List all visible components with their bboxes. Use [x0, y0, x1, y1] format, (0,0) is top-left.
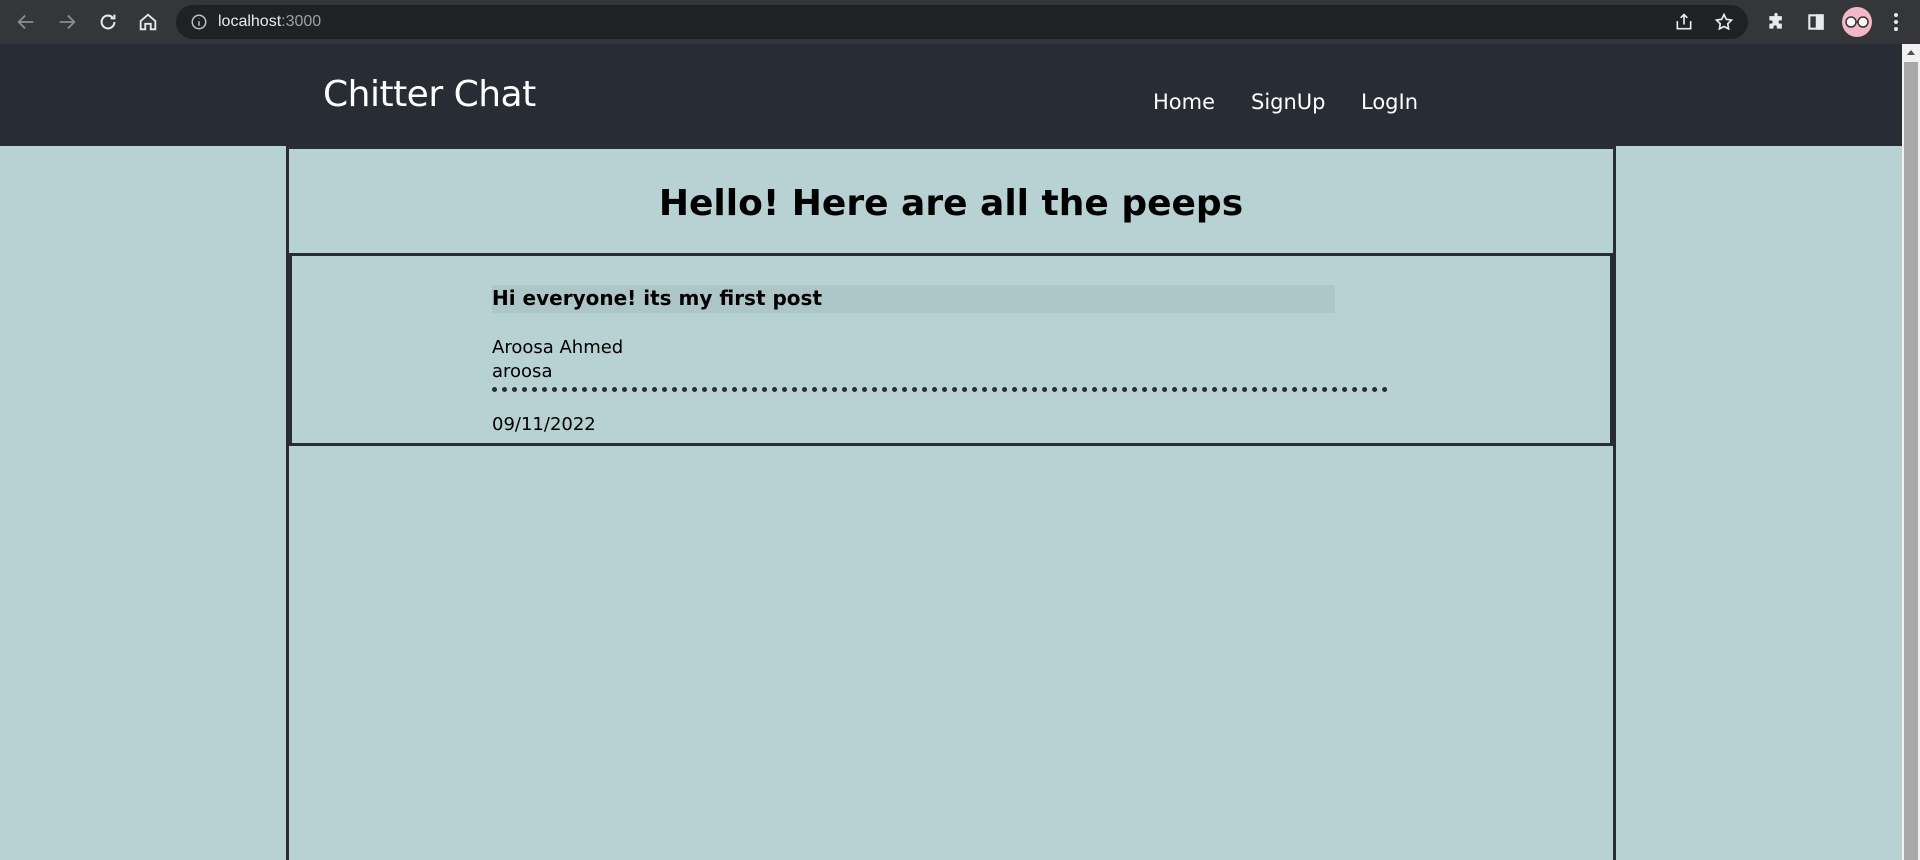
side-panel-icon[interactable]: [1802, 8, 1830, 36]
peeps-container: Hello! Here are all the peeps Hi everyon…: [286, 146, 1616, 860]
peep-username: aroosa: [492, 361, 553, 382]
nav-login[interactable]: LogIn: [1361, 90, 1418, 114]
scroll-up-arrow-icon[interactable]: [1907, 50, 1915, 55]
peep-card: Hi everyone! its my first post Aroosa Ah…: [289, 253, 1613, 446]
peep-author-name: Aroosa Ahmed: [492, 337, 624, 358]
url-port: :3000: [281, 13, 322, 30]
scrollbar-thumb[interactable]: [1904, 62, 1918, 860]
reload-icon[interactable]: [92, 6, 124, 38]
star-icon[interactable]: [1714, 12, 1734, 32]
profile-avatar[interactable]: [1842, 7, 1872, 37]
share-icon[interactable]: [1674, 12, 1694, 32]
address-bar[interactable]: localhost:3000: [176, 5, 1748, 39]
site-header: Chitter Chat Home SignUp LogIn: [0, 44, 1902, 146]
info-icon[interactable]: [190, 13, 208, 31]
forward-icon[interactable]: [51, 6, 83, 38]
brand-title[interactable]: Chitter Chat: [323, 74, 536, 115]
menu-icon[interactable]: [1882, 8, 1910, 36]
peep-divider: [492, 387, 1388, 392]
url-text: localhost:3000: [218, 13, 321, 31]
page-scrollbar[interactable]: [1902, 44, 1920, 860]
peep-date: 09/11/2022: [492, 414, 596, 435]
extensions-icon[interactable]: [1762, 8, 1790, 36]
url-host: localhost: [218, 13, 282, 30]
page-title: Hello! Here are all the peeps: [658, 183, 1244, 224]
back-icon[interactable]: [10, 6, 42, 38]
browser-toolbar: localhost:3000: [0, 0, 1920, 44]
peep-message: Hi everyone! its my first post: [492, 285, 1335, 313]
nav-home[interactable]: Home: [1153, 90, 1215, 114]
home-icon[interactable]: [132, 6, 164, 38]
nav-signup[interactable]: SignUp: [1251, 90, 1326, 114]
